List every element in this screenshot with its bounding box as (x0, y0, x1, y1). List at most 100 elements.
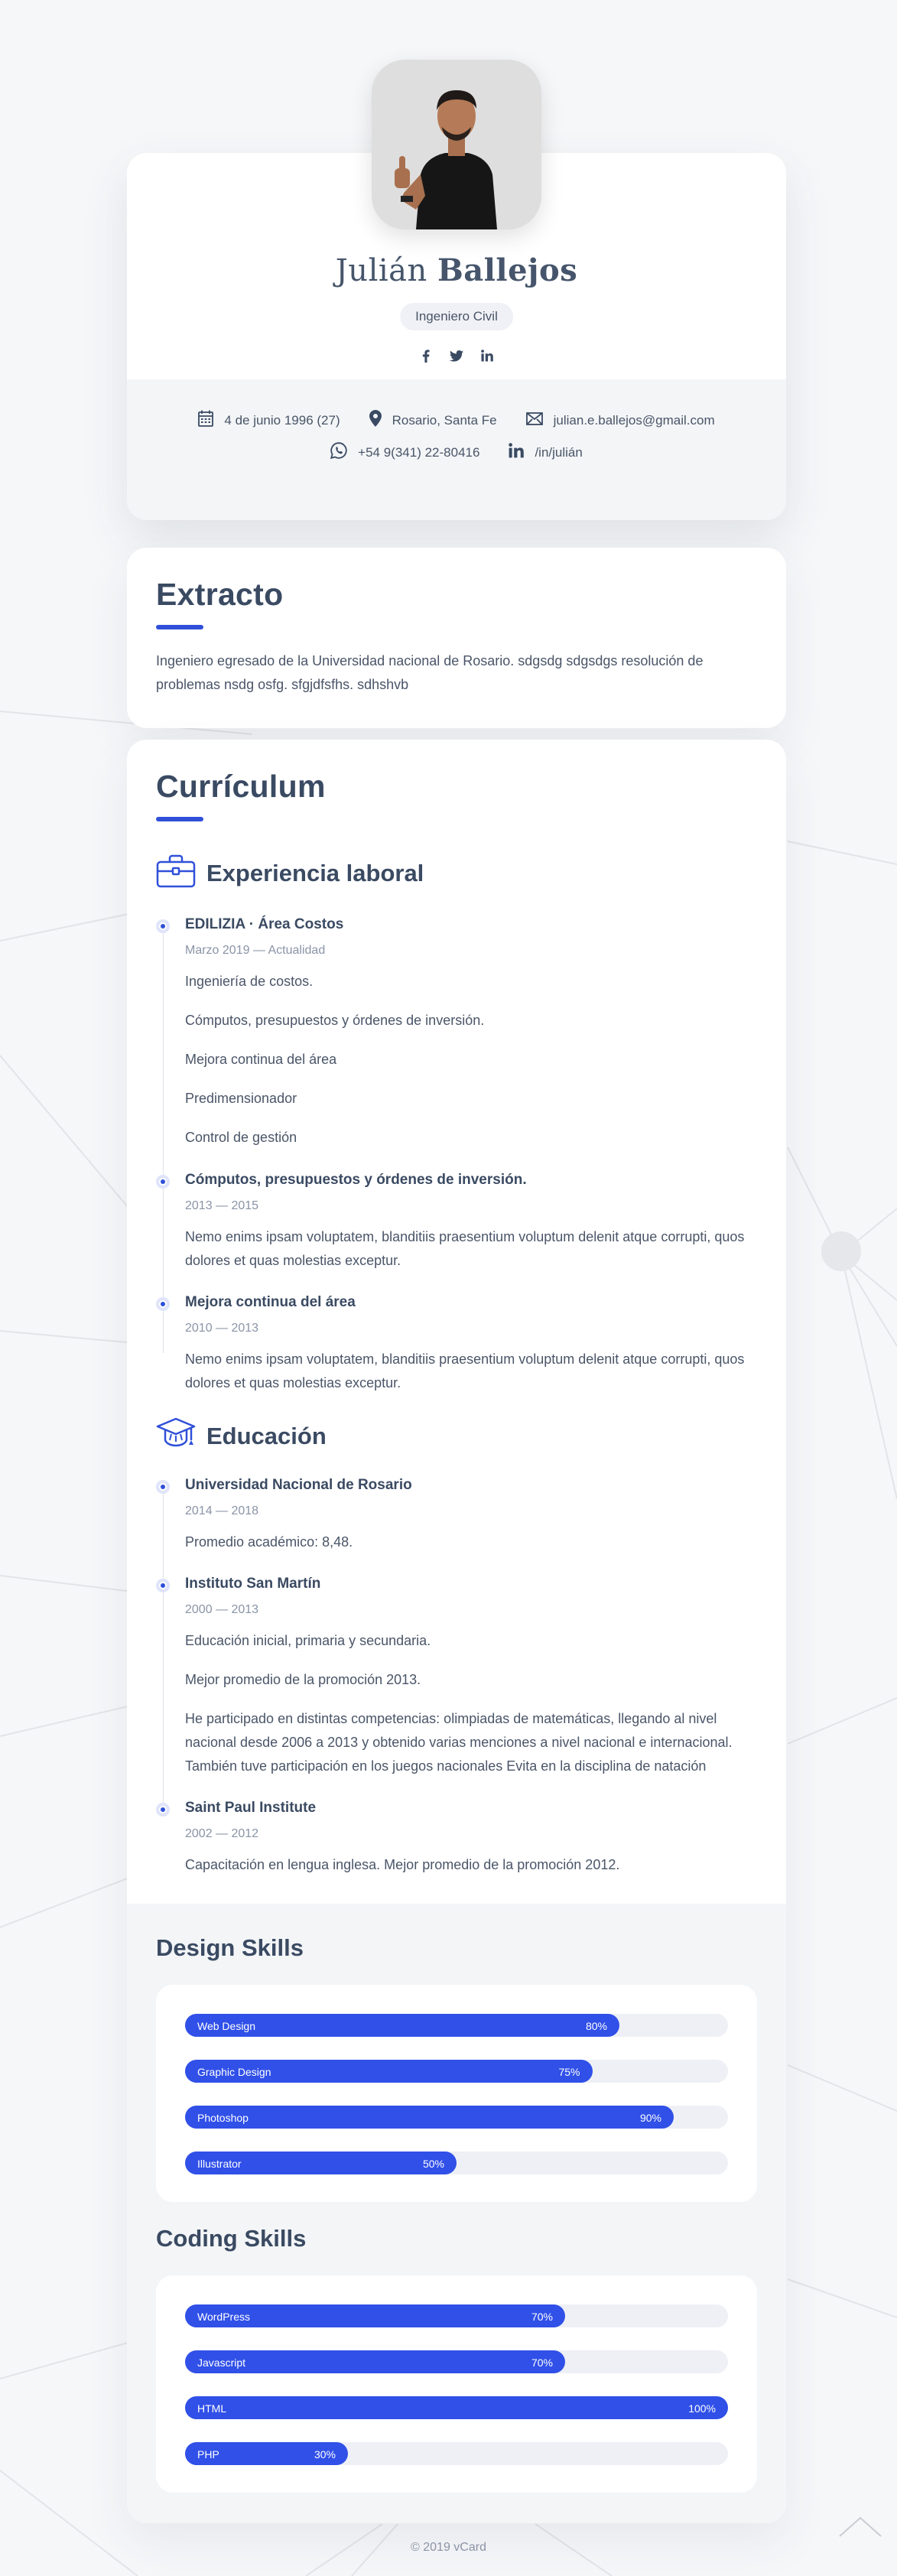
skill-bar-track: HTML 100% (185, 2396, 728, 2419)
skill-bar-fill: Photoshop 90% (185, 2106, 674, 2129)
timeline-dot (156, 1480, 170, 1494)
description-line: Promedio académico: 8,48. (185, 1534, 353, 1550)
skill-percent: 70% (531, 2356, 553, 2369)
education-description: Promedio académico: 8,48. (185, 1530, 757, 1554)
skill-bar-track: Graphic Design 75% (185, 2060, 728, 2083)
experience-period: 2010 — 2013 (185, 1322, 259, 1335)
experience-description: Nemo enims ipsam voluptatem, blanditiis … (185, 1348, 757, 1395)
experience-heading: Experiencia laboral (156, 854, 424, 892)
skill-name: Web Design (197, 2020, 256, 2032)
education-heading-text: Educación (206, 1422, 327, 1449)
experience-item: Mejora continua del área 2010 — 2013 Nem… (156, 1294, 757, 1395)
education-description: Educación inicial, primaria y secundaria… (185, 1629, 757, 1778)
last-name: Ballejos (437, 252, 578, 288)
twitter-icon[interactable] (450, 349, 463, 363)
contact-info: 4 de junio 1996 (27) Rosario, Santa Fe j… (127, 379, 786, 520)
summary-text: Ingeniero egresado de la Universidad nac… (156, 653, 704, 692)
skill-percent: 30% (314, 2448, 336, 2461)
title-underline (156, 625, 203, 629)
experience-period: 2013 — 2015 (185, 1199, 259, 1212)
contact-email[interactable]: julian.e.ballejos@gmail.com (525, 410, 715, 431)
description-line: Nemo enims ipsam voluptatem, blanditiis … (185, 1229, 745, 1268)
contact-phone[interactable]: +54 9(341) 22-80416 (330, 442, 479, 463)
title-underline (156, 817, 203, 821)
contact-birthday: 4 de junio 1996 (27) (198, 410, 340, 431)
location-pin-icon (369, 410, 382, 431)
coding-skills-title: Coding Skills (156, 2225, 307, 2252)
linkedin-contact-icon (509, 443, 525, 462)
role-badge: Ingeniero Civil (400, 303, 513, 330)
chevron-up-icon (839, 2516, 882, 2537)
experience-description: Ingeniería de costos. Cómputos, presupue… (185, 970, 757, 1150)
experience-title: Cómputos, presupuestos y órdenes de inve… (185, 1172, 527, 1188)
education-period: 2000 — 2013 (185, 1603, 259, 1616)
graduation-cap-icon (156, 1416, 196, 1456)
education-item: Instituto San Martín 2000 — 2013 Educaci… (156, 1576, 757, 1778)
contact-linkedin[interactable]: /in/julián (509, 442, 583, 463)
description-line: Educación inicial, primaria y secundaria… (185, 1633, 431, 1648)
education-title: Saint Paul Institute (185, 1800, 317, 1816)
experience-title: Mejora continua del área (185, 1294, 356, 1310)
profile-card: Julián Ballejos Ingeniero Civil 4 de jun… (127, 60, 786, 520)
skill-name: Illustrator (197, 2158, 242, 2170)
description-line: Control de gestión (185, 1130, 297, 1145)
description-line: Ingeniería de costos. (185, 974, 314, 989)
skills-section: Design Skills Web Design 80% Graphic Desig… (127, 1904, 786, 2523)
description-line: Mejor promedio de la promoción 2013. (185, 1672, 421, 1687)
education-item: Universidad Nacional de Rosario 2014 — 2… (156, 1477, 757, 1554)
contact-location: Rosario, Santa Fe (369, 410, 497, 431)
education-heading: Educación (156, 1416, 327, 1456)
description-line: Predimensionador (185, 1091, 297, 1106)
skill-bar-track: Web Design 80% (185, 2014, 728, 2037)
social-links (127, 349, 786, 363)
experience-title: EDILIZIA · Área Costos (185, 916, 344, 932)
email-text: julian.e.ballejos@gmail.com (553, 412, 715, 428)
timeline-dot (156, 1579, 170, 1592)
education-title: Universidad Nacional de Rosario (185, 1477, 412, 1493)
skill-bar-track: Javascript 70% (185, 2350, 728, 2373)
scroll-to-top-button[interactable] (834, 2503, 887, 2548)
phone-text: +54 9(341) 22-80416 (358, 444, 480, 460)
skill-name: PHP (197, 2448, 219, 2461)
experience-heading-text: Experiencia laboral (206, 859, 424, 886)
skill-name: Javascript (197, 2356, 246, 2369)
skill-name: WordPress (197, 2311, 250, 2323)
skill-percent: 90% (639, 2112, 661, 2124)
whatsapp-icon (330, 442, 347, 463)
experience-period: Marzo 2019 — Actualidad (185, 944, 326, 957)
skill-bar-track: Illustrator 50% (185, 2152, 728, 2174)
coding-skills-box: WordPress 70% Javascript 70% HTML 100% PHP 30% (156, 2275, 757, 2493)
avatar (372, 60, 541, 229)
design-skills-box: Web Design 80% Graphic Design 75% Photoshop 9… (156, 1985, 757, 2202)
education-title: Instituto San Martín (185, 1576, 321, 1592)
avatar-photo (372, 60, 541, 229)
description-line: He participado en distintas competencias… (185, 1711, 733, 1774)
briefcase-icon (156, 854, 196, 892)
timeline-dot (156, 1297, 170, 1311)
skill-name: Photoshop (197, 2112, 249, 2124)
first-name: Julián (335, 253, 427, 288)
experience-item: EDILIZIA · Área Costos Marzo 2019 — Actu… (156, 916, 757, 1150)
linkedin-text: /in/julián (535, 444, 583, 460)
linkedin-icon[interactable] (480, 349, 494, 363)
description-line: Mejora continua del área (185, 1052, 337, 1067)
description-line: Nemo enims ipsam voluptatem, blanditiis … (185, 1351, 745, 1390)
skill-bar-fill: Graphic Design 75% (185, 2060, 593, 2083)
skill-bar-fill: WordPress 70% (185, 2304, 565, 2327)
footer-copyright: © 2019 vCard (411, 2541, 486, 2554)
skill-bar-fill: PHP 30% (185, 2442, 348, 2465)
design-skills-title: Design Skills (156, 1934, 304, 1961)
skill-bar-fill: HTML 100% (185, 2396, 728, 2419)
facebook-icon[interactable] (419, 349, 433, 363)
education-description: Capacitación en lengua inglesa. Mejor pr… (185, 1853, 757, 1877)
skill-bar-fill: Javascript 70% (185, 2350, 565, 2373)
description-line: Cómputos, presupuestos y órdenes de inve… (185, 1013, 485, 1028)
skill-bar-fill: Web Design 80% (185, 2014, 619, 2037)
skill-bar-track: PHP 30% (185, 2442, 728, 2465)
skill-percent: 70% (531, 2311, 553, 2323)
skill-name: HTML (197, 2402, 227, 2415)
experience-item: Cómputos, presupuestos y órdenes de inve… (156, 1172, 757, 1273)
skill-percent: 75% (558, 2066, 580, 2078)
skill-percent: 50% (422, 2158, 444, 2170)
skill-bar-fill: Illustrator 50% (185, 2152, 457, 2174)
